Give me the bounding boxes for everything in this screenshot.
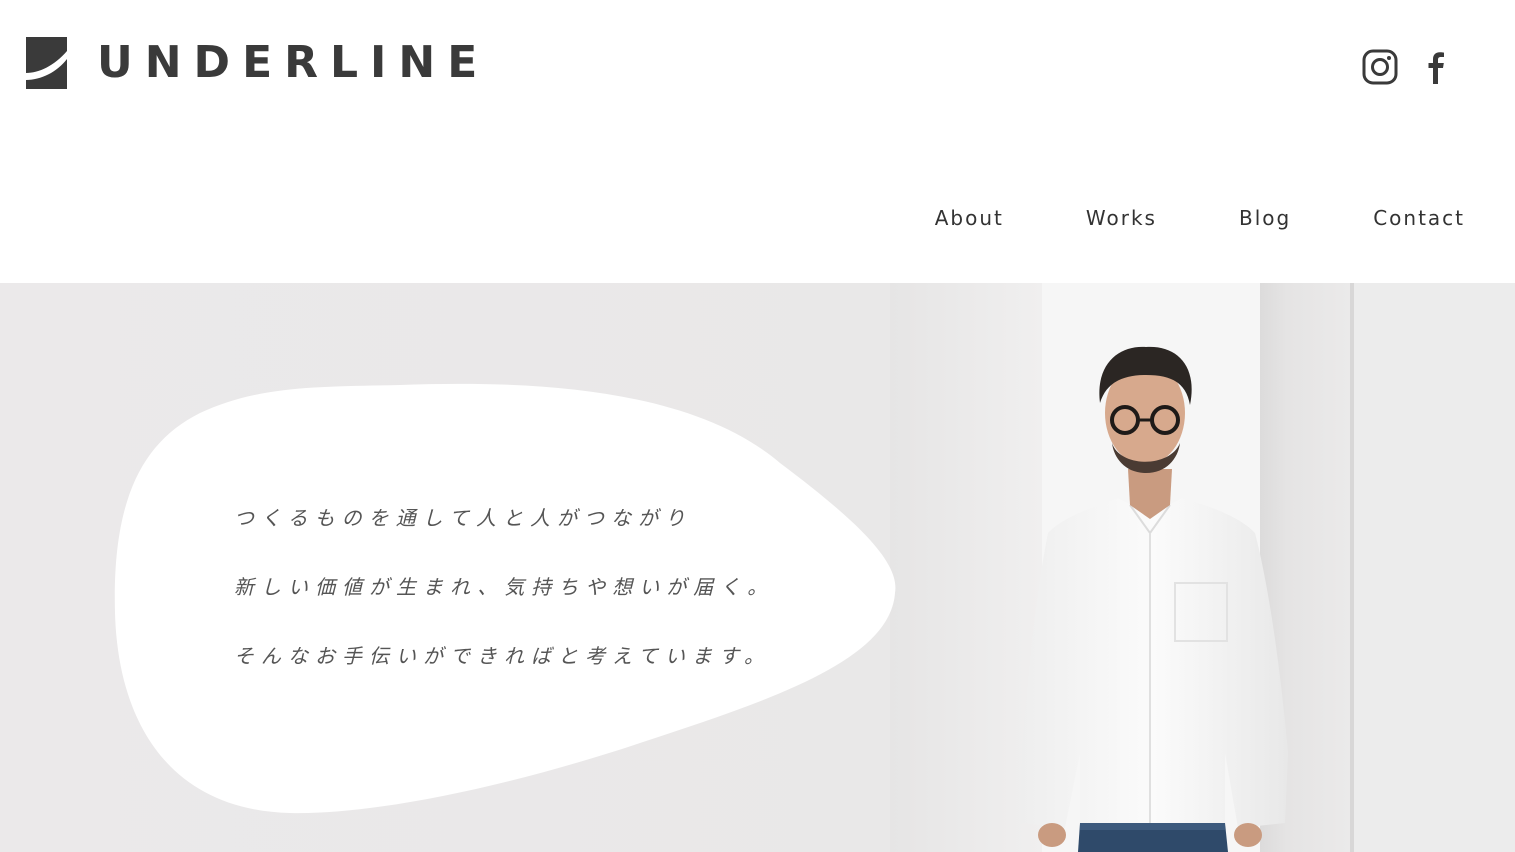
hero-message-line-2: 新しい価値が生まれ、気持ちや想いが届く。 [234, 575, 775, 599]
underline-logo-mark-icon [26, 37, 67, 89]
instagram-link[interactable] [1362, 49, 1398, 85]
site-logo-text: UNDERLINE [97, 37, 490, 88]
nav-blog[interactable]: Blog [1239, 200, 1291, 236]
hero-message-line-3: そんなお手伝いができればと考えています。 [234, 644, 771, 668]
main-nav: About Works Blog Contact [935, 200, 1465, 236]
hero: つくるものを通して人と人がつながり 新しい価値が生まれ、気持ちや想いが届く。 そ… [0, 283, 1515, 852]
site-header: UNDERLINE About Works Blog Contact [0, 0, 1515, 283]
nav-contact[interactable]: Contact [1373, 200, 1465, 236]
page: UNDERLINE About Works Blog Contact つくるもの… [0, 0, 1515, 852]
instagram-icon [1362, 49, 1398, 85]
hero-message: つくるものを通して人と人がつながり 新しい価値が生まれ、気持ちや想いが届く。 そ… [234, 503, 774, 710]
nav-works[interactable]: Works [1086, 200, 1157, 236]
facebook-icon [1428, 52, 1444, 84]
site-logo[interactable]: UNDERLINE [26, 36, 489, 90]
hero-message-line-1: つくるものを通して人と人がつながり [234, 506, 692, 530]
facebook-link[interactable] [1418, 49, 1454, 85]
nav-about[interactable]: About [935, 200, 1004, 236]
social-links [1362, 49, 1454, 85]
